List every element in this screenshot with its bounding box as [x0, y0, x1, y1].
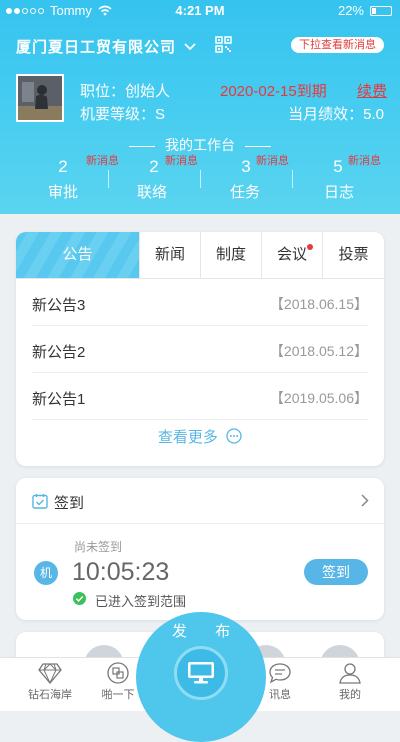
new-message-badge: 新消息	[165, 155, 198, 167]
company-name: 厦门夏日工贸有限公司	[16, 39, 177, 56]
more-dots-icon	[226, 428, 242, 444]
company-selector[interactable]: 厦门夏日工贸有限公司	[16, 36, 196, 57]
notice-date: 【2018.05.12】	[269, 343, 368, 359]
header: Tommy 4:21 PM 22% 厦门夏日工贸有限公司 下拉查看新消息 职位：…	[0, 0, 400, 214]
qr-code-icon[interactable]	[215, 36, 232, 53]
pull-down-hint[interactable]: 下拉查看新消息	[291, 37, 384, 53]
secret-level-text: 机要等级：S	[80, 106, 166, 123]
stat-log[interactable]: 5 新消息 日志	[303, 154, 395, 202]
tab-meeting[interactable]: 会议	[261, 232, 322, 278]
publish-button[interactable]: 发 布	[136, 612, 266, 742]
notice-tabs: 公告 新闻 制度 会议 投票	[16, 232, 384, 279]
signin-card: 签到 尚未签到 机 10:05:23 已进入签到范围 签到	[16, 478, 384, 620]
tab-label: 讯息	[269, 689, 291, 701]
chevron-right-icon	[361, 494, 369, 507]
tab-label: 我的	[339, 689, 361, 701]
signin-clock: 10:05:23	[72, 558, 170, 586]
chat-icon	[269, 663, 291, 684]
signin-button[interactable]: 签到	[304, 559, 368, 585]
tab-news[interactable]: 新闻	[139, 232, 200, 278]
stat-label: 任务	[230, 184, 261, 201]
notice-item[interactable]: 新公告1 【2019.05.06】	[32, 373, 368, 420]
calendar-check-icon	[32, 494, 48, 509]
signin-header[interactable]: 签到	[16, 478, 384, 524]
notice-date: 【2019.05.06】	[269, 390, 368, 406]
tab-diamond-coast[interactable]: 钻石海岸	[20, 662, 80, 702]
swap-icon	[107, 662, 129, 684]
stat-label: 审批	[48, 184, 79, 201]
tab-meeting-label: 会议	[276, 246, 307, 263]
avatar[interactable]	[16, 74, 64, 122]
employee-badge: 机	[34, 561, 58, 585]
unread-dot	[307, 244, 313, 250]
check-circle-icon	[73, 592, 86, 605]
workbench-stats: 2 新消息 审批 2 新消息 联络 3 新消息 任务 5 新消息 日志	[0, 154, 400, 202]
new-message-badge: 新消息	[256, 155, 289, 167]
battery-percent: 22%	[337, 3, 364, 18]
view-more-link[interactable]: 查看更多	[16, 426, 384, 447]
notice-title: 新公告1	[32, 391, 86, 408]
view-more-label: 查看更多	[157, 429, 218, 446]
new-message-badge: 新消息	[86, 155, 119, 167]
notice-title: 新公告3	[32, 297, 86, 314]
notice-date: 【2018.06.15】	[269, 296, 368, 312]
performance-text: 当月绩效：5.0	[288, 106, 384, 123]
battery-icon	[370, 5, 392, 16]
publish-inner	[174, 646, 228, 700]
new-message-badge: 新消息	[348, 155, 381, 167]
tab-label: 啪一下	[101, 689, 135, 701]
notice-title: 新公告2	[32, 344, 86, 361]
tab-vote[interactable]: 投票	[322, 232, 384, 278]
stat-label: 日志	[324, 184, 355, 201]
user-icon	[339, 663, 361, 684]
renew-link[interactable]: 续费	[357, 80, 387, 101]
status-bar: Tommy 4:21 PM 22%	[0, 0, 400, 22]
range-text: 已进入签到范围	[95, 594, 187, 609]
tab-policy[interactable]: 制度	[200, 232, 261, 278]
stat-contact[interactable]: 2 新消息 联络	[119, 154, 211, 202]
diamond-icon	[38, 663, 62, 684]
stat-task[interactable]: 3 新消息 任务	[211, 154, 303, 202]
chevron-down-icon	[184, 42, 196, 50]
signin-status: 尚未签到	[74, 540, 123, 554]
publish-label: 发 布	[171, 623, 243, 640]
tab-announcement[interactable]: 公告	[16, 232, 139, 278]
workbench-title: 我的工作台	[0, 135, 400, 155]
signin-title: 签到	[54, 495, 85, 512]
stat-approval[interactable]: 2 新消息 审批	[28, 154, 120, 202]
tab-mine[interactable]: 我的	[320, 662, 380, 702]
notice-item[interactable]: 新公告2 【2018.05.12】	[32, 326, 368, 373]
tab-label: 钻石海岸	[28, 689, 72, 701]
role-text: 职位：创始人	[80, 83, 171, 100]
stat-label: 联络	[137, 184, 168, 201]
notice-card: 公告 新闻 制度 会议 投票 新公告3 【2018.06.15】 新公告2 【2…	[16, 232, 384, 466]
notice-item[interactable]: 新公告3 【2018.06.15】	[32, 279, 368, 326]
monitor-icon	[188, 662, 214, 684]
expiry-date: 2020-02-15到期	[220, 83, 327, 100]
